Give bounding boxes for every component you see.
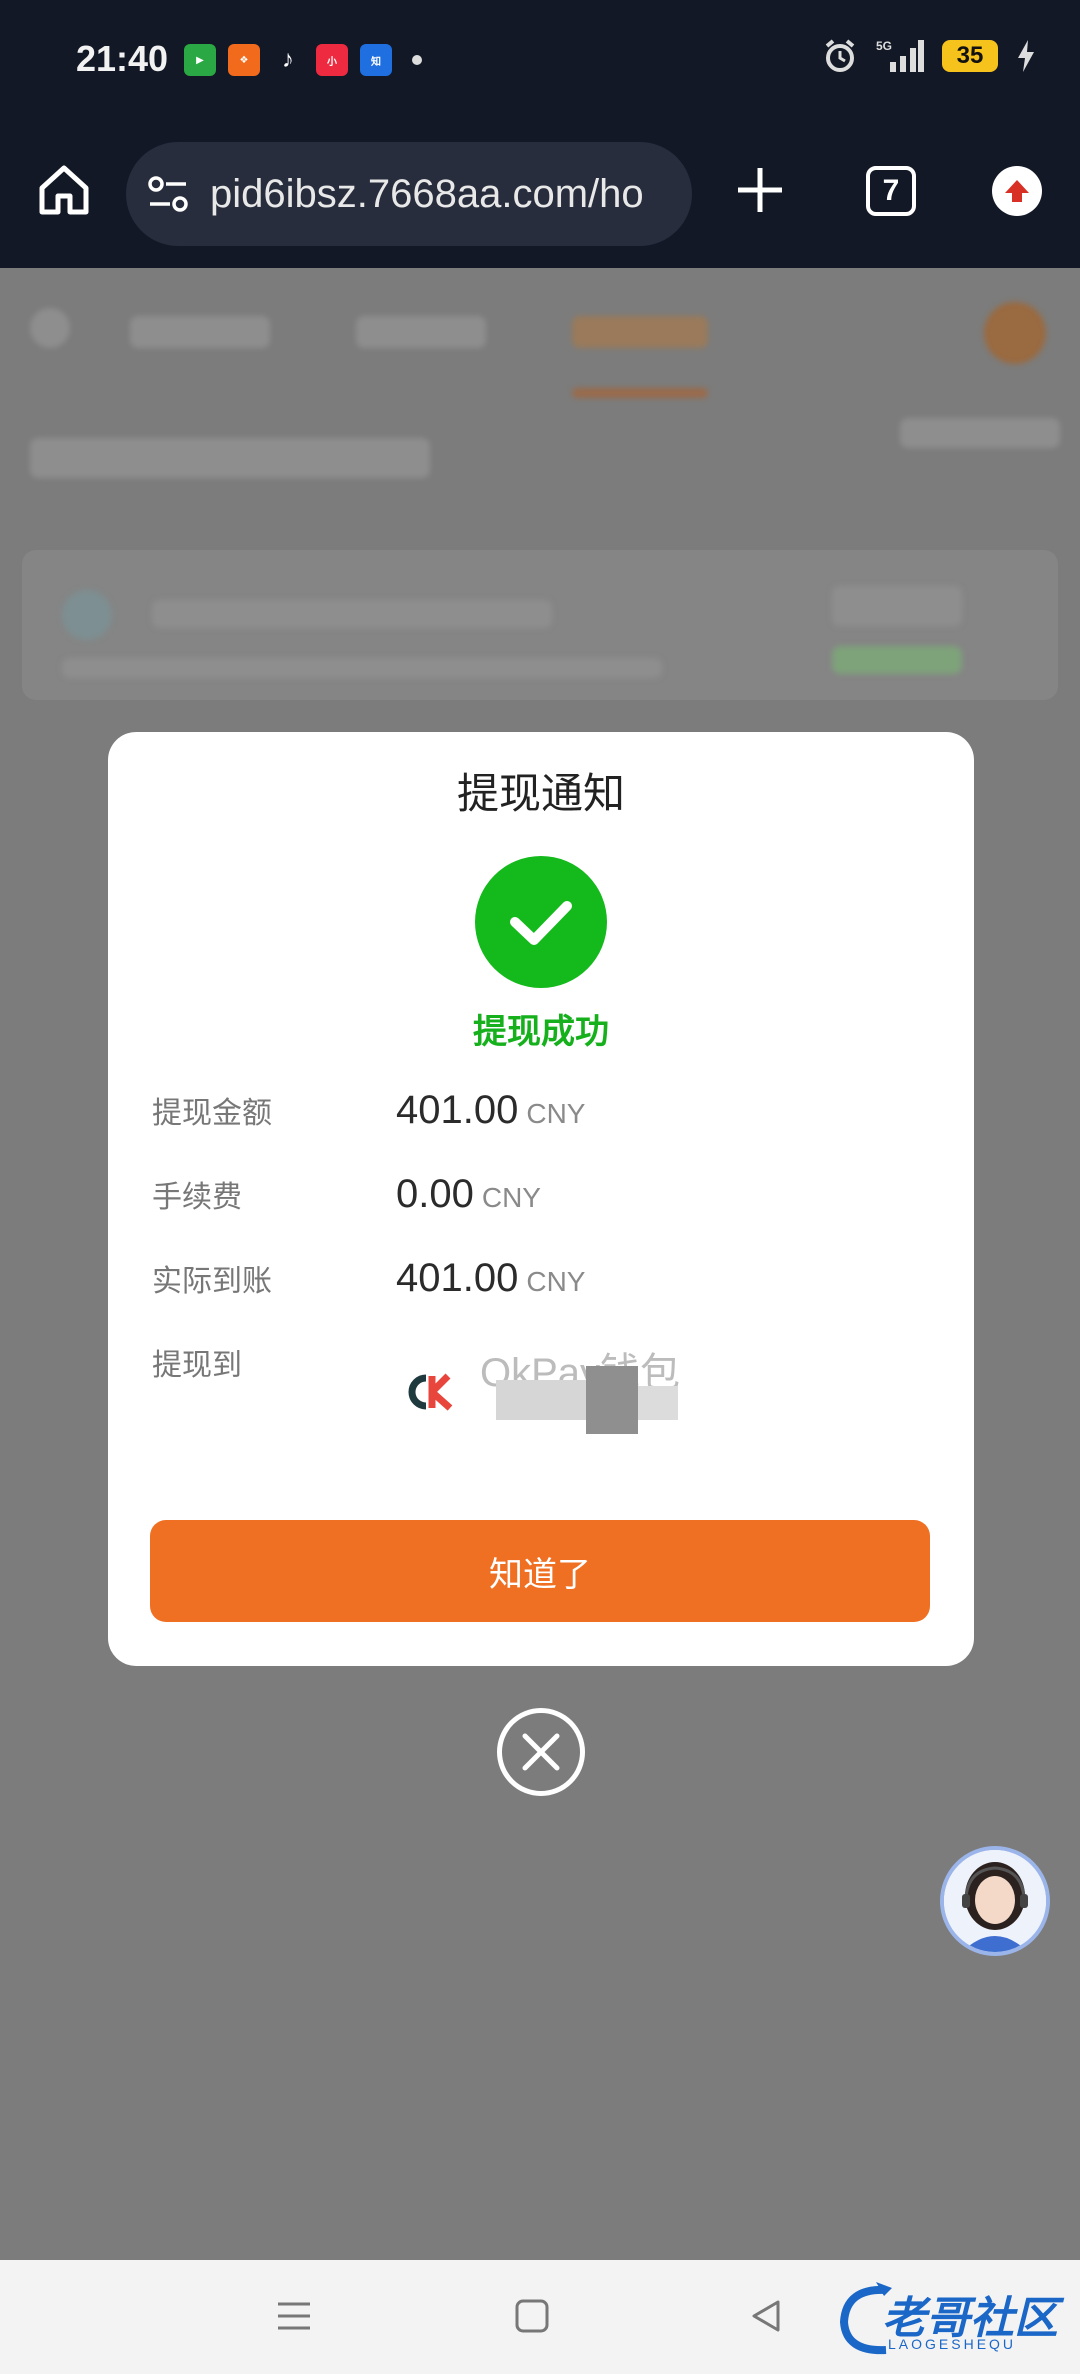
address-bar[interactable]: pid6ibsz.7668aa.com/ho <box>126 142 692 246</box>
status-bar: 21:40 ▶ ❖ ♪ 小 知 5G 35 <box>0 0 1080 122</box>
home-icon[interactable] <box>36 162 92 218</box>
tab-switcher-button[interactable]: 7 <box>866 166 916 216</box>
zhihu-icon: 知 <box>360 44 392 76</box>
close-dialog-button[interactable] <box>497 1708 585 1796</box>
redacted-account <box>586 1366 638 1434</box>
success-status-text: 提现成功 <box>473 1013 609 1051</box>
blurred-element <box>356 316 486 348</box>
tiktok-icon: ♪ <box>272 44 304 76</box>
notification-icons: ▶ ❖ ♪ 小 知 <box>184 44 422 76</box>
currency-unit: CNY <box>481 1182 541 1213</box>
checkmark-icon <box>510 901 572 945</box>
customer-service-avatar[interactable] <box>940 1846 1050 1956</box>
video-app-icon: ▶ <box>184 44 216 76</box>
redacted-account <box>638 1386 678 1420</box>
fee-value: 0.00 CNY <box>396 1172 541 1216</box>
clock: 21:40 <box>76 38 169 79</box>
battery-indicator: 35 <box>942 40 998 72</box>
update-button[interactable] <box>992 166 1042 216</box>
url-text[interactable]: pid6ibsz.7668aa.com/ho <box>210 172 644 217</box>
blurred-element <box>572 388 708 398</box>
blurred-element <box>30 308 70 348</box>
agent-avatar-icon <box>944 1850 1046 1952</box>
site-settings-icon[interactable] <box>146 172 190 216</box>
menu-icon[interactable] <box>274 2296 314 2336</box>
dialog-title: 提现通知 <box>456 770 625 817</box>
new-tab-icon[interactable] <box>734 164 786 216</box>
okpay-logo-icon <box>408 1373 453 1411</box>
destination-label: 提现到 <box>152 1349 242 1382</box>
blurred-list-card <box>22 550 1058 700</box>
amount-label: 提现金额 <box>152 1097 272 1130</box>
signal-5g-icon: 5G <box>876 39 924 72</box>
system-icons: 5G 35 <box>822 38 1036 74</box>
svg-text:5G: 5G <box>876 39 892 53</box>
home-square-icon[interactable] <box>514 2296 550 2336</box>
app-grid-icon: ❖ <box>228 44 260 76</box>
currency-unit: CNY <box>526 1098 586 1129</box>
amount-value: 401.00 CNY <box>396 1088 586 1132</box>
blurred-element <box>900 418 1060 448</box>
alarm-icon <box>825 39 855 72</box>
withdrawal-notice-dialog: 提现通知 提现成功 提现金额 401.00 CNY 手续费 0.00 CNY 实际到… <box>108 732 974 1666</box>
success-check-icon <box>475 856 607 988</box>
currency-unit: CNY <box>526 1266 586 1297</box>
xiaohongshu-icon: 小 <box>316 44 348 76</box>
browser-toolbar: pid6ibsz.7668aa.com/ho 7 <box>0 122 1080 268</box>
watermark-subtext: LAOGESHEQU <box>888 2336 1017 2352</box>
blurred-element <box>130 316 270 348</box>
blurred-element <box>30 438 430 478</box>
fee-label: 手续费 <box>152 1181 242 1214</box>
more-notifications-dot <box>412 55 422 65</box>
received-value: 401.00 CNY <box>396 1256 586 1300</box>
received-label: 实际到账 <box>152 1265 272 1298</box>
watermark-logo: 老哥社区 LAOGESHEQU <box>836 2274 1066 2360</box>
arrow-up-icon <box>1005 180 1029 202</box>
back-icon[interactable] <box>748 2296 784 2336</box>
acknowledge-button[interactable]: 知道了 <box>150 1520 930 1622</box>
blurred-element <box>984 302 1046 364</box>
charging-icon <box>1018 40 1034 72</box>
close-icon <box>522 1733 560 1771</box>
blurred-element <box>572 316 708 348</box>
